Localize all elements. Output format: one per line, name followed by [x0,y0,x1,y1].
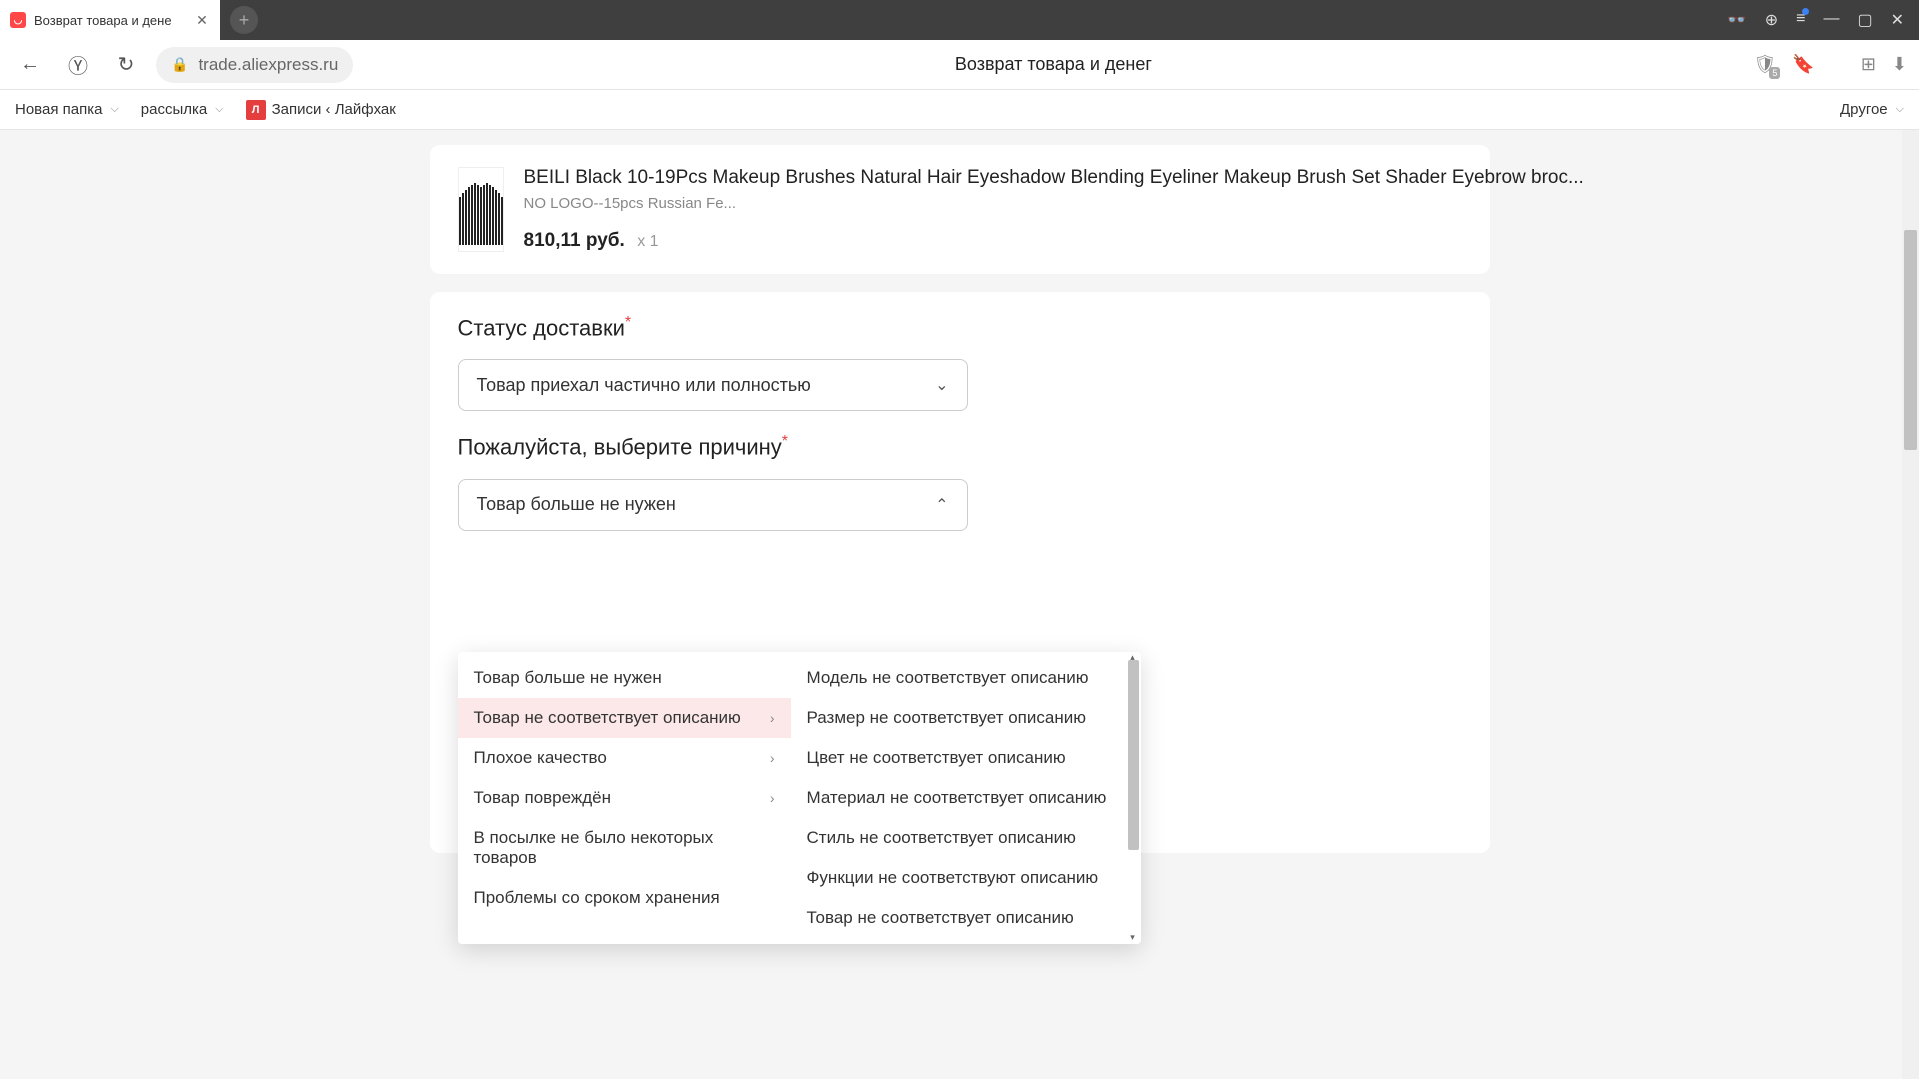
product-variant: NO LOGO--15pcs Russian Fe... [524,195,1584,212]
reason-select[interactable]: Товар больше не нужен ⌃ [458,479,968,531]
reason-option[interactable]: Товар повреждён› [458,778,791,818]
chevron-down-icon: ⌵ [110,103,118,116]
chevron-down-icon: ⌵ [215,103,223,116]
reason-sub-option[interactable]: Стиль не соответствует описанию [791,818,1141,858]
minimize-window-icon[interactable]: — [1823,10,1839,30]
select-value: Товар больше не нужен [477,494,676,515]
favicon: ◡ [10,12,26,28]
reason-sub-option[interactable]: Функции не соответствуют описанию [791,858,1141,898]
new-tab-button[interactable]: + [230,6,258,34]
bookmark-folder-new[interactable]: Новая папка ⌵ [15,101,119,118]
url-text: trade.aliexpress.ru [198,55,338,75]
bookmark-folder-mailing[interactable]: рассылка ⌵ [141,101,224,118]
reason-sub-option[interactable]: Материал не соответствует описанию [791,778,1141,818]
bookmark-favicon: Л [246,100,266,120]
reason-sub-option[interactable]: Цвет не соответствует описанию [791,738,1141,778]
url-box[interactable]: 🔒 trade.aliexpress.ru [156,47,353,83]
extensions-icon[interactable]: ≡ [1796,10,1805,30]
product-price: 810,11 руб. [524,230,625,252]
bookmark-label: рассылка [141,101,207,118]
reason-sub-option[interactable]: Размер не соответствует описанию [791,698,1141,738]
product-title[interactable]: BEILI Black 10-19Pcs Makeup Brushes Natu… [524,167,1584,189]
reason-option[interactable]: Плохое качество› [458,738,791,778]
reason-option[interactable]: Проблемы со сроком хранения [458,878,791,918]
bookmarks-bar: Новая папка ⌵ рассылка ⌵ Л Записи ‹ Лайф… [0,90,1919,130]
reload-button[interactable]: ↻ [108,47,144,83]
address-bar: ← Ⓨ ↻ 🔒 trade.aliexpress.ru Возврат това… [0,40,1919,90]
chevron-right-icon: › [770,790,775,806]
maximize-window-icon[interactable]: ▢ [1857,10,1872,30]
chevron-down-icon: ⌵ [1896,103,1904,116]
reason-dropdown: Товар больше не нужен Товар не соответст… [458,652,1141,944]
dropdown-primary-column: Товар больше не нужен Товар не соответст… [458,652,791,944]
bookmark-lifehacker[interactable]: Л Записи ‹ Лайфхак [246,100,396,120]
reason-option[interactable]: Товар больше не нужен [458,658,791,698]
scrollbar-thumb[interactable] [1128,660,1139,850]
product-thumbnail[interactable] [458,167,504,252]
bookmark-icon[interactable]: 🔖 [1792,54,1814,75]
reason-sub-option[interactable]: Товар не соответствует описанию [791,898,1141,938]
extensions-panel-icon[interactable]: ⊞ [1861,54,1876,75]
product-card: BEILI Black 10-19Pcs Makeup Brushes Natu… [430,145,1490,274]
chevron-up-icon: ⌃ [935,495,948,515]
reason-label: Пожалуйста, выберите причину* [458,433,1462,460]
browser-tab[interactable]: ◡ Возврат товара и дене ✕ [0,0,220,40]
select-value: Товар приехал частично или полностью [477,375,811,396]
back-button[interactable]: ← [12,47,48,83]
reader-mode-icon[interactable]: 👓 [1727,10,1747,30]
scroll-down-arrow[interactable]: ▾ [1127,932,1139,944]
dropdown-secondary-column: Модель не соответствует описанию Размер … [791,652,1141,944]
form-card: Статус доставки* Товар приехал частично … [430,292,1490,853]
tab-title: Возврат товара и дене [34,13,186,28]
bookmark-label: Новая папка [15,101,102,118]
page-content: BEILI Black 10-19Pcs Makeup Brushes Natu… [0,130,1919,1079]
reason-option[interactable]: Товар не соответствует описанию› [458,698,791,738]
page-title: Возврат товара и денег [365,54,1741,75]
close-tab-icon[interactable]: ✕ [194,12,210,28]
chevron-right-icon: › [770,710,775,726]
downloads-icon[interactable]: ⬇ [1892,54,1907,75]
delivery-status-label: Статус доставки* [458,314,1462,341]
dropdown-scrollbar[interactable]: ▴ ▾ [1127,652,1139,944]
bookmark-other[interactable]: Другое ⌵ [1840,101,1904,118]
lock-icon: 🔒 [171,56,188,73]
close-window-icon[interactable]: ✕ [1891,10,1904,30]
product-quantity: x 1 [637,233,658,250]
reason-sub-option[interactable]: Модель не соответствует описанию [791,658,1141,698]
page-scrollbar[interactable] [1902,130,1919,1079]
chevron-down-icon: ⌄ [935,375,948,395]
yandex-icon[interactable]: Ⓨ [60,47,96,83]
delivery-status-select[interactable]: Товар приехал частично или полностью ⌄ [458,359,968,411]
reason-option[interactable]: В посылке не было некоторых товаров [458,818,791,878]
shield-icon[interactable]: 🛡5 [1754,54,1777,75]
scrollbar-thumb[interactable] [1904,230,1917,450]
bookmark-label: Другое [1840,101,1888,118]
browser-tab-bar: ◡ Возврат товара и дене ✕ + 👓 ⊕ ≡ — ▢ ✕ [0,0,1919,40]
collections-icon[interactable]: ⊕ [1765,10,1778,30]
bookmark-label: Записи ‹ Лайфхак [272,101,396,118]
chevron-right-icon: › [770,750,775,766]
